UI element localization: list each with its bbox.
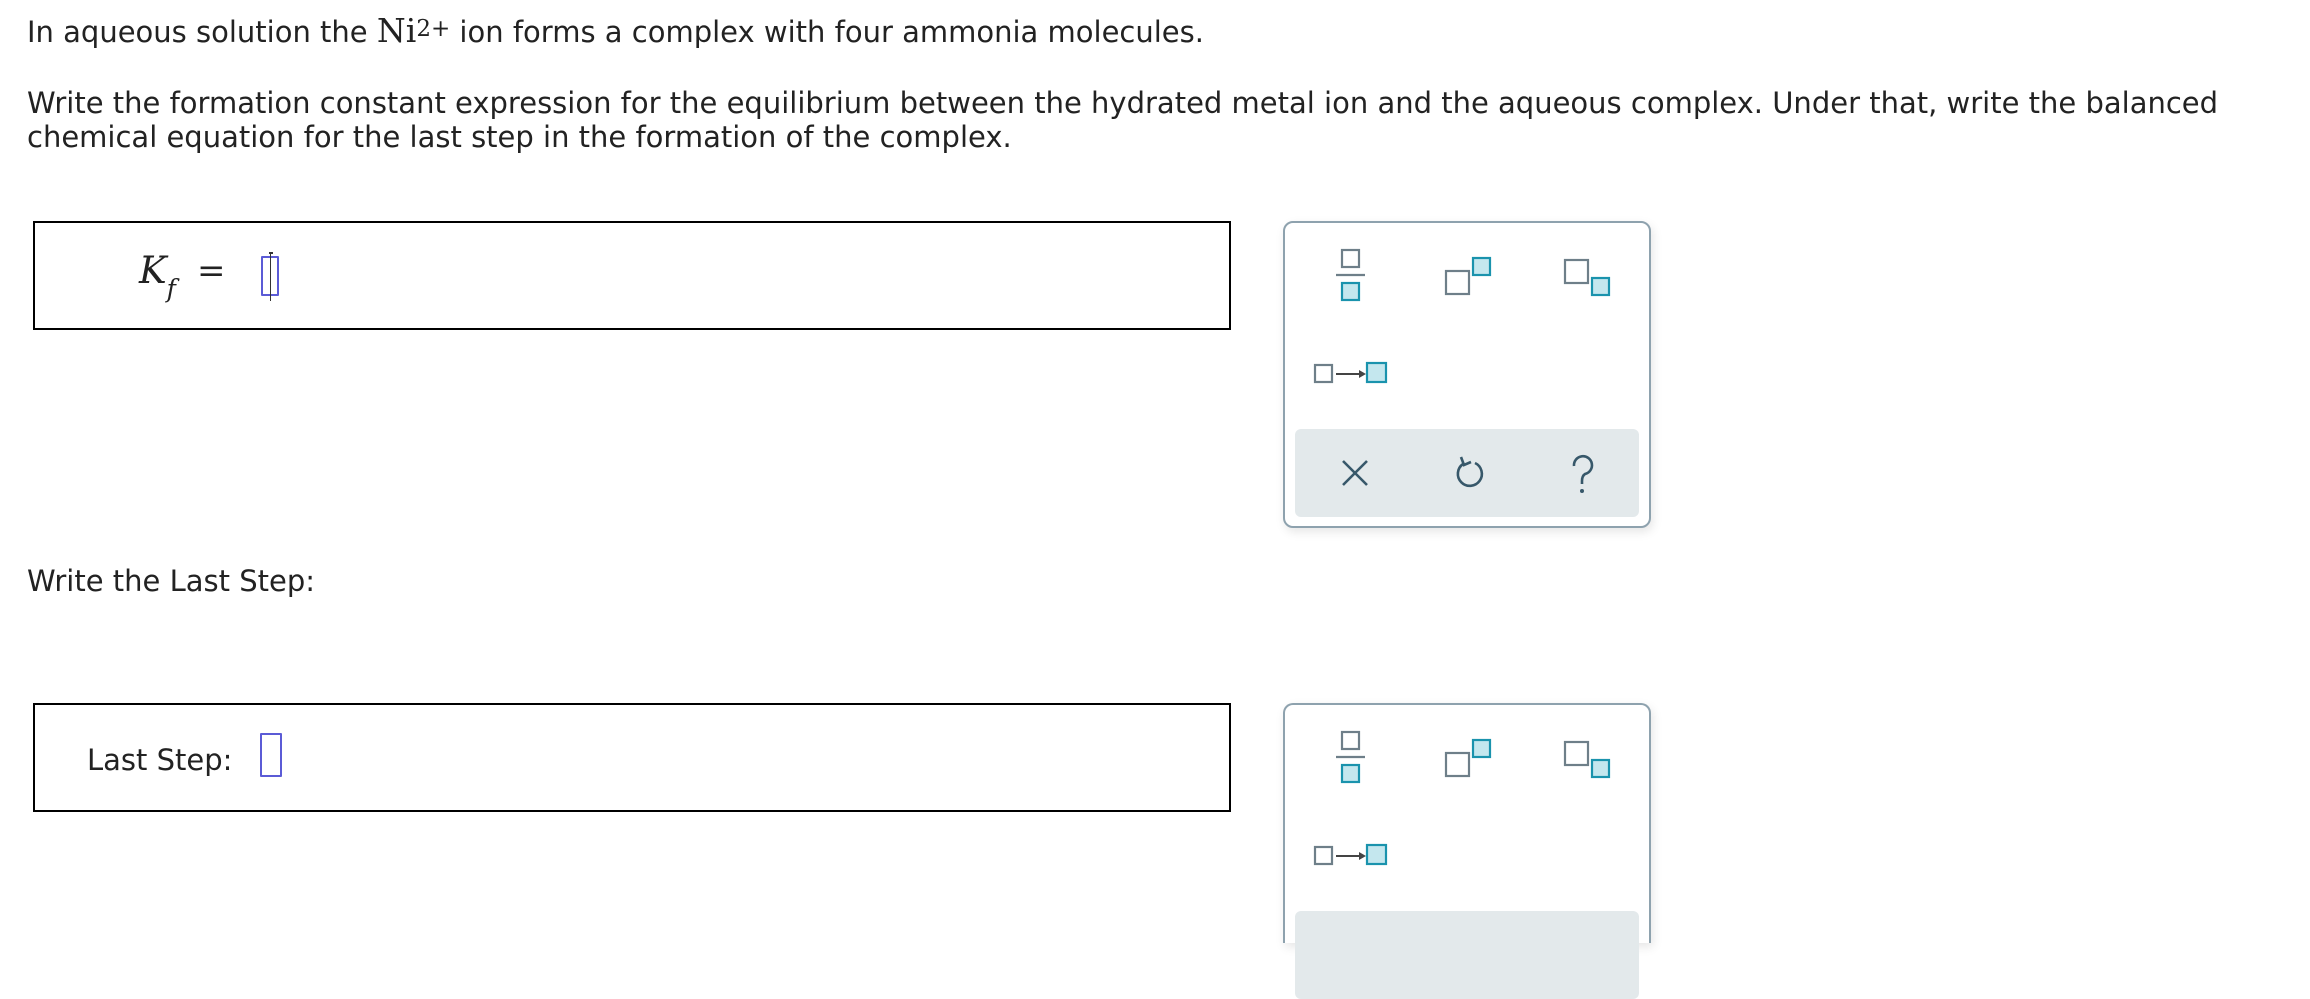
palette-control-bar	[1295, 911, 1639, 999]
subscript-icon	[1563, 258, 1611, 297]
equation-input-slot[interactable]	[260, 733, 282, 777]
question-intro: In aqueous solution the Ni2+ ion forms a…	[27, 14, 1204, 52]
fraction-icon	[1336, 248, 1365, 302]
clear-icon	[1342, 460, 1368, 486]
reaction-arrow-icon	[1313, 843, 1388, 866]
reaction-arrow-icon	[1313, 361, 1388, 384]
math-palette-2	[1283, 703, 1651, 999]
palette-control-bar	[1295, 429, 1639, 517]
intro-after: ion forms a complex with four ammonia mo…	[450, 15, 1204, 49]
reaction-arrow-button[interactable]	[1312, 841, 1388, 871]
math-palette-1	[1283, 221, 1651, 528]
superscript-button[interactable]	[1443, 255, 1493, 299]
fraction-button[interactable]	[1333, 729, 1367, 785]
help-button[interactable]	[1563, 453, 1603, 501]
superscript-button[interactable]	[1443, 737, 1493, 781]
ion-symbol: Ni	[376, 11, 417, 50]
kf-letter: K	[139, 249, 167, 292]
subscript-icon	[1563, 740, 1611, 779]
subscript-button[interactable]	[1562, 739, 1614, 783]
formation-constant-answer-box[interactable]: Kf =	[33, 221, 1231, 330]
kf-subscript: f	[166, 274, 176, 303]
intro-before: In aqueous solution the	[27, 15, 377, 49]
undo-icon	[1456, 456, 1484, 488]
last-step-answer-box[interactable]: Last Step:	[33, 703, 1231, 812]
superscript-icon	[1444, 256, 1492, 296]
equals-sign: =	[197, 251, 226, 291]
reaction-arrow-button[interactable]	[1312, 359, 1388, 389]
fraction-button[interactable]	[1333, 247, 1367, 303]
ion-charge: 2+	[416, 16, 451, 42]
last-step-prompt: Write the Last Step:	[27, 564, 316, 598]
question-instruction: Write the formation constant expression …	[27, 86, 2219, 154]
undo-button[interactable]	[1449, 453, 1489, 497]
superscript-icon	[1444, 738, 1492, 778]
ion-formula: Ni2+	[377, 11, 450, 50]
clear-button[interactable]	[1335, 453, 1375, 497]
help-icon	[1572, 454, 1594, 493]
expression-input-slot[interactable]	[261, 252, 279, 301]
kf-symbol: Kf	[139, 249, 176, 303]
last-step-label: Last Step:	[87, 743, 233, 777]
subscript-button[interactable]	[1562, 257, 1614, 301]
fraction-icon	[1336, 730, 1365, 784]
